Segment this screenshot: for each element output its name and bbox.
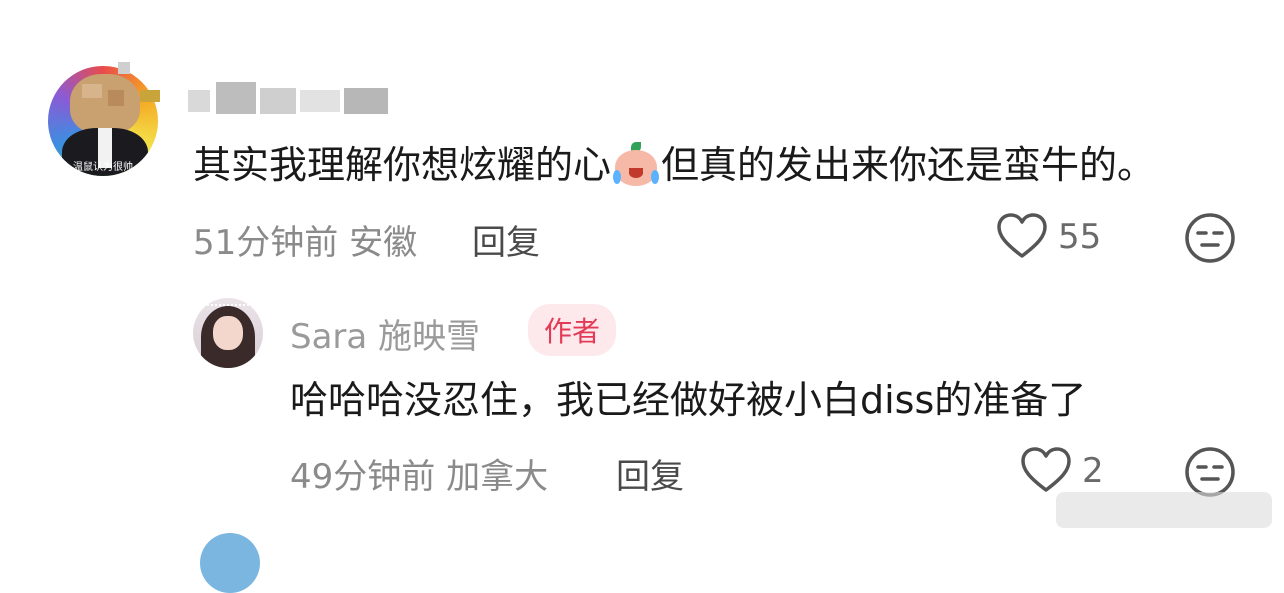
author-badge: 作者 (528, 304, 617, 356)
reply-avatar[interactable] (193, 298, 263, 368)
heart-outline-icon-svg (1021, 447, 1071, 492)
mosaic-pixel (118, 62, 130, 74)
mosaic-pixel (108, 90, 124, 106)
neutral-face-icon-svg (1185, 213, 1235, 263)
reply-time: 49分钟前 (290, 457, 436, 497)
mosaic-pixel (344, 88, 388, 114)
neutral-face-icon[interactable] (1184, 446, 1236, 498)
mosaic-pixel (188, 90, 210, 112)
comment-text-part: 其实我理解你想炫耀的心 (193, 143, 612, 187)
hamster-head (70, 74, 140, 134)
next-comment-avatar[interactable] (200, 533, 260, 593)
crying-laughing-peach-emoji-icon (613, 142, 660, 186)
neutral-face-icon[interactable] (1184, 212, 1236, 264)
reply-text: 哈哈哈没忍住，我已经做好被小白diss的准备了 (290, 378, 1087, 422)
heart-outline-icon[interactable] (1020, 446, 1072, 494)
avatar-caption: 温鼠认为很帅 (73, 162, 133, 173)
commenter-avatar[interactable]: 温鼠认为很帅 (48, 66, 158, 176)
mosaic-pixel (260, 88, 296, 114)
emoji-tear (651, 170, 660, 184)
neutral-face-icon-svg (1185, 447, 1235, 497)
avatar-face (213, 316, 243, 350)
comment-text: 其实我理解你想炫耀的心 但真的发出来你还是蛮牛的。 (193, 142, 1155, 188)
like-count: 55 (1058, 217, 1102, 257)
reply-location: 加拿大 (446, 457, 549, 497)
watermark (1056, 492, 1272, 528)
emoji-mouth (629, 168, 644, 178)
avatar-crown (207, 304, 249, 314)
emoji-tear (613, 170, 622, 184)
reply-meta: 49分钟前 加拿大 (290, 449, 548, 498)
heart-outline-icon-svg (997, 213, 1047, 258)
comment-time: 51分钟前 (193, 223, 339, 263)
reply-reply-button[interactable]: 回复 (616, 449, 684, 498)
mosaic-pixel (300, 90, 340, 112)
comment-meta: 51分钟前 安徽 (193, 215, 417, 264)
reply-username[interactable]: Sara 施映雪 (290, 309, 480, 358)
mosaic-pixel (140, 90, 160, 102)
heart-outline-icon[interactable] (996, 212, 1048, 260)
reply-button[interactable]: 回复 (472, 215, 540, 264)
mosaic-pixel (82, 84, 102, 98)
comment-text-part: 但真的发出来你还是蛮牛的。 (661, 143, 1156, 187)
mosaic-pixel (216, 82, 256, 114)
reply-like-count: 2 (1082, 451, 1104, 491)
comment-location: 安徽 (349, 223, 418, 263)
